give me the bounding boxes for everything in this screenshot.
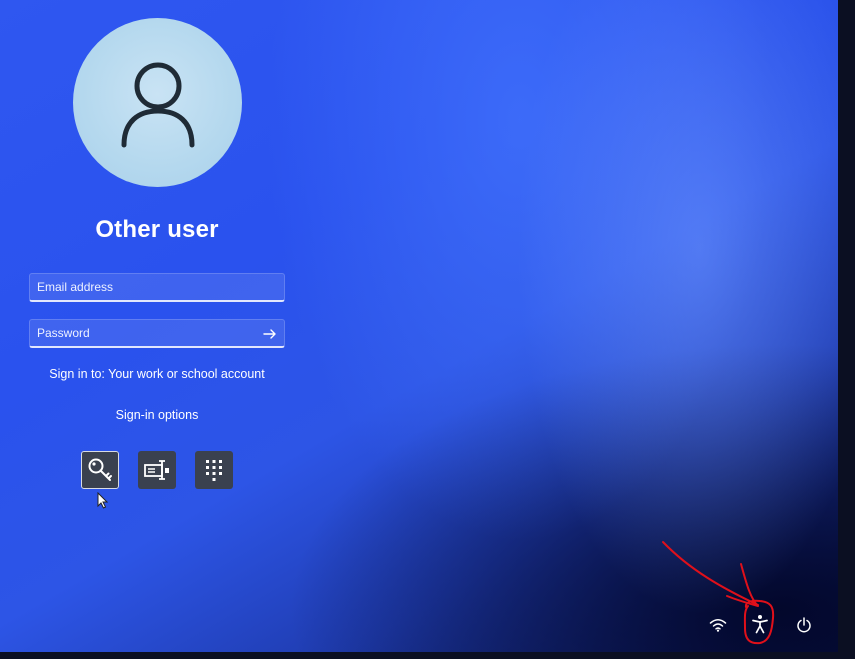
- smart-card-icon: [144, 460, 169, 480]
- lock-screen-background: Other user Sign in to: Your work or scho…: [0, 0, 838, 652]
- screen-bezel-bottom: [0, 652, 855, 659]
- password-input[interactable]: [30, 320, 284, 346]
- submit-arrow-icon[interactable]: [262, 326, 278, 342]
- password-field-container[interactable]: [29, 319, 285, 348]
- user-avatar: [73, 18, 242, 187]
- wifi-icon: [709, 619, 727, 632]
- accessibility-button[interactable]: [750, 614, 770, 634]
- key-icon: [88, 458, 112, 481]
- power-icon: [797, 617, 811, 633]
- annotation-arrow-tip: [726, 563, 759, 607]
- screen-bezel-right: [838, 0, 855, 659]
- accessibility-icon: [752, 615, 768, 634]
- power-button[interactable]: [794, 615, 814, 635]
- email-field-container[interactable]: [29, 273, 285, 302]
- mouse-cursor-icon: [97, 492, 108, 509]
- sign-in-option-password[interactable]: [81, 451, 119, 489]
- sign-in-target-text: Sign in to: Your work or school account: [49, 367, 265, 381]
- sign-in-option-smart-card[interactable]: [138, 451, 176, 489]
- sign-in-options-link[interactable]: Sign-in options: [0, 408, 314, 422]
- pin-keypad-icon: [206, 460, 222, 481]
- network-button[interactable]: [708, 615, 728, 635]
- user-name: Other user: [95, 216, 219, 243]
- annotation-arrow-line: [662, 541, 759, 606]
- sign-in-option-pin[interactable]: [195, 451, 233, 489]
- user-silhouette-icon: [121, 62, 194, 147]
- email-input[interactable]: [30, 274, 284, 300]
